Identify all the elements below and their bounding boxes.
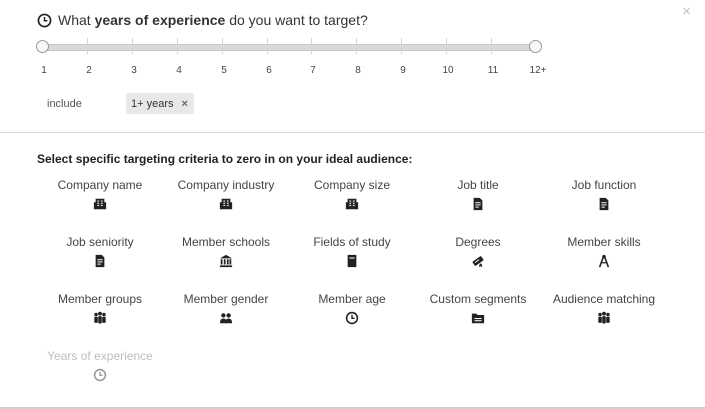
criteria-title: Select specific targeting criteria to ze… — [37, 152, 413, 166]
slider-tick — [132, 38, 133, 54]
group-icon — [94, 311, 106, 324]
criteria-item-job-title[interactable]: Job title — [415, 178, 541, 211]
slider-track[interactable] — [42, 44, 536, 51]
question-prefix: What — [58, 12, 91, 28]
document-icon — [473, 197, 483, 211]
clock-icon — [345, 311, 359, 325]
criteria-item-years-of-experience: Years of experience — [37, 349, 163, 382]
building-icon — [93, 198, 107, 210]
criteria-item-label: Years of experience — [47, 349, 153, 363]
close-button[interactable]: × — [682, 4, 691, 20]
criteria-item-member-groups[interactable]: Member groups — [37, 292, 163, 325]
section-divider — [0, 132, 705, 133]
slider-tick — [222, 38, 223, 54]
criteria-item-label: Job seniority — [66, 235, 134, 249]
building-icon — [219, 198, 233, 210]
slider-label: 2 — [86, 65, 92, 76]
slider-label: 9 — [400, 65, 406, 76]
slider-label: 6 — [266, 65, 272, 76]
criteria-item-audience-matching[interactable]: Audience matching — [541, 292, 667, 325]
criteria-item-company-industry[interactable]: Company industry — [163, 178, 289, 211]
diploma-icon — [472, 256, 484, 268]
document-icon — [95, 254, 105, 268]
criteria-item-job-seniority[interactable]: Job seniority — [37, 235, 163, 268]
question-emphasis: years of experience — [94, 12, 226, 28]
slider-tick — [401, 38, 402, 54]
question-suffix: do you want to target? — [229, 12, 368, 28]
slider-label: 11 — [487, 65, 499, 76]
criteria-item-label: Company name — [57, 178, 143, 192]
people-icon — [219, 313, 233, 324]
school-icon — [219, 254, 233, 268]
criteria-item-label: Company size — [313, 178, 391, 192]
criteria-item-member-gender[interactable]: Member gender — [163, 292, 289, 325]
criteria-item-label: Member gender — [183, 292, 269, 306]
book-icon — [347, 254, 357, 268]
slider-handle-max[interactable] — [529, 40, 542, 53]
slider-handle-min[interactable] — [36, 40, 49, 53]
clock-icon — [93, 368, 107, 382]
document-icon — [599, 197, 609, 211]
include-label: include — [47, 98, 82, 110]
slider-label: 1 — [41, 65, 47, 76]
slider-tick — [87, 38, 88, 54]
criteria-item-label: Company industry — [177, 178, 275, 192]
criteria-item-company-size[interactable]: Company size — [289, 178, 415, 211]
slider-tick — [267, 38, 268, 54]
selected-years-chip: 1+ years × — [126, 93, 194, 114]
criteria-item-label: Audience matching — [552, 292, 656, 306]
slider-tick — [446, 38, 447, 54]
criteria-item-label: Degrees — [455, 235, 501, 249]
slider-tick — [177, 38, 178, 54]
folder-icon — [471, 313, 485, 324]
criteria-item-member-skills[interactable]: Member skills — [541, 235, 667, 268]
criteria-item-degrees[interactable]: Degrees — [415, 235, 541, 268]
slider-label: 4 — [176, 65, 182, 76]
compass-icon — [598, 254, 610, 268]
slider-label: 7 — [310, 65, 316, 76]
criteria-item-label: Fields of study — [313, 235, 391, 249]
slider-label: 10 — [442, 65, 454, 76]
criteria-item-fields-of-study[interactable]: Fields of study — [289, 235, 415, 268]
criteria-item-label: Custom segments — [429, 292, 527, 306]
criteria-item-custom-segments[interactable]: Custom segments — [415, 292, 541, 325]
chip-label: 1+ years — [131, 97, 174, 110]
slider-label: 5 — [221, 65, 227, 76]
criteria-item-label: Job title — [457, 178, 499, 192]
slider-label: 12+ — [529, 65, 547, 76]
criteria-item-member-age[interactable]: Member age — [289, 292, 415, 325]
slider-tick — [311, 38, 312, 54]
slider-label: 3 — [131, 65, 137, 76]
criteria-item-member-schools[interactable]: Member schools — [163, 235, 289, 268]
criteria-item-company-name[interactable]: Company name — [37, 178, 163, 211]
chip-remove-button[interactable]: × — [182, 98, 188, 110]
slider-label: 8 — [355, 65, 361, 76]
slider-tick — [491, 38, 492, 54]
criteria-item-job-function[interactable]: Job function — [541, 178, 667, 211]
slider-tick — [356, 38, 357, 54]
criteria-item-label: Member skills — [567, 235, 641, 249]
experience-slider[interactable] — [36, 38, 542, 58]
criteria-item-label: Member schools — [181, 235, 271, 249]
clock-icon — [37, 13, 52, 27]
slider-labels: 1 2 3 4 5 6 7 8 9 10 11 12+ — [41, 65, 546, 79]
question-heading: What years of experience do you want to … — [37, 12, 368, 28]
criteria-item-label: Member groups — [57, 292, 143, 306]
criteria-item-label: Member age — [318, 292, 386, 306]
building-icon — [345, 198, 359, 210]
criteria-item-label: Job function — [571, 178, 637, 192]
group-icon — [598, 311, 610, 324]
